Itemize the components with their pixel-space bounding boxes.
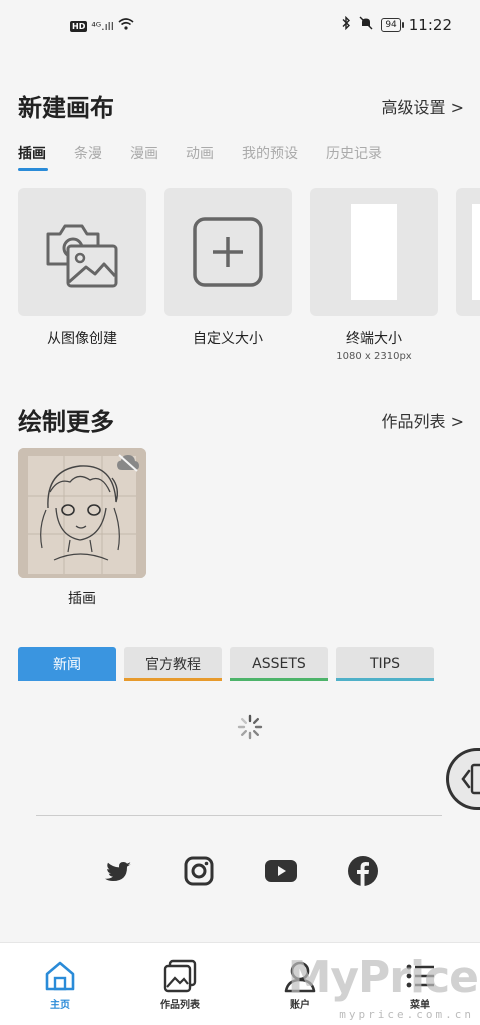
create-from-image-tile[interactable] xyxy=(18,188,146,316)
new-canvas-title: 新建画布 xyxy=(18,94,114,122)
nav-home-label: 主页 xyxy=(50,1000,70,1011)
side-drawer-handle[interactable] xyxy=(446,748,480,810)
facebook-icon[interactable] xyxy=(346,854,380,888)
more-preset-tile[interactable] xyxy=(456,188,480,316)
divider xyxy=(36,815,442,816)
tab-illustration[interactable]: 插画 xyxy=(18,143,48,171)
artwork-label: 插画 xyxy=(68,591,96,607)
tab-comic[interactable]: 漫画 xyxy=(130,143,158,171)
chevron-left-icon xyxy=(461,763,480,795)
camera-image-icon xyxy=(46,224,118,288)
custom-size-card[interactable]: 自定义大小 xyxy=(164,188,292,362)
tab-label: 新闻 xyxy=(53,657,81,673)
home-icon xyxy=(45,961,75,991)
nav-gallery[interactable]: 作品列表 xyxy=(120,943,240,1025)
gallery-icon xyxy=(163,959,197,993)
battery-icon: 94 xyxy=(381,18,405,32)
tab-underline xyxy=(230,678,328,681)
card-label: 自定义大小 xyxy=(193,331,263,347)
network-status: HD ⁴ᴳ.ıll xyxy=(70,18,134,34)
card-label: 终端大小 xyxy=(346,331,402,347)
draw-more-header: 绘制更多 作品列表 > xyxy=(18,402,464,437)
draw-more-title: 绘制更多 xyxy=(18,408,114,436)
advanced-settings-link[interactable]: 高级设置 > xyxy=(382,94,465,118)
tab-history[interactable]: 历史记录 xyxy=(326,143,382,171)
tab-label: TIPS xyxy=(369,656,400,672)
more-preset-card[interactable] xyxy=(456,188,480,362)
custom-size-tile[interactable] xyxy=(164,188,292,316)
loading-spinner-icon xyxy=(237,714,263,740)
tab-label: 官方教程 xyxy=(145,657,201,673)
portrait-canvas-icon xyxy=(351,204,397,300)
youtube-icon[interactable] xyxy=(264,854,298,888)
plus-square-icon xyxy=(193,217,263,287)
instagram-icon[interactable] xyxy=(182,854,216,888)
tab-official-tutorials[interactable]: 官方教程 xyxy=(124,647,222,681)
tab-tips[interactable]: TIPS xyxy=(336,647,434,681)
portrait-canvas-icon xyxy=(472,204,480,300)
news-tabs: 新闻 官方教程 ASSETS TIPS xyxy=(18,647,434,681)
tab-underline xyxy=(336,678,434,681)
device-size-card[interactable]: 终端大小 1080 x 2310px xyxy=(310,188,438,362)
artwork-thumbnail[interactable] xyxy=(18,448,146,578)
new-canvas-header: 新建画布 高级设置 > xyxy=(18,88,464,123)
canvas-preset-cards: 从图像创建 自定义大小 终端大小 1080 x 2310px xyxy=(18,188,480,362)
nav-gallery-label: 作品列表 xyxy=(160,1000,200,1011)
hd-badge: HD xyxy=(70,20,88,32)
nav-home[interactable]: 主页 xyxy=(0,943,120,1025)
canvas-type-tabs: 插画 条漫 漫画 动画 我的预设 历史记录 xyxy=(18,143,410,171)
cloud-off-icon xyxy=(117,454,139,472)
wifi-icon xyxy=(118,18,134,34)
tab-animation[interactable]: 动画 xyxy=(186,143,214,171)
account-icon xyxy=(284,961,316,993)
device-size-tile[interactable] xyxy=(310,188,438,316)
tab-underline xyxy=(124,678,222,681)
card-label: 从图像创建 xyxy=(47,331,117,347)
nav-account-label: 账户 xyxy=(290,1000,310,1011)
works-list-link[interactable]: 作品列表 > xyxy=(382,408,465,432)
tab-label: ASSETS xyxy=(252,656,306,672)
system-status: 94 11:22 xyxy=(341,15,452,34)
clock: 11:22 xyxy=(408,16,452,34)
create-from-image-card[interactable]: 从图像创建 xyxy=(18,188,146,362)
tab-assets[interactable]: ASSETS xyxy=(230,647,328,681)
artwork-item[interactable]: 插画 xyxy=(18,448,146,608)
status-bar: HD ⁴ᴳ.ıll 94 11:22 xyxy=(0,0,480,52)
twitter-icon[interactable] xyxy=(100,854,134,888)
tab-webtoon[interactable]: 条漫 xyxy=(74,143,102,171)
tab-news[interactable]: 新闻 xyxy=(18,647,116,681)
menu-icon xyxy=(406,964,434,988)
card-size-text: 1080 x 2310px xyxy=(336,351,412,362)
signal-icon: ⁴ᴳ.ıll xyxy=(91,19,114,33)
bluetooth-icon xyxy=(341,15,351,34)
social-links xyxy=(100,854,380,888)
watermark-url: myprice.com.cn xyxy=(339,1008,474,1021)
tab-my-presets[interactable]: 我的预设 xyxy=(242,143,298,171)
mute-bell-icon xyxy=(359,16,373,34)
